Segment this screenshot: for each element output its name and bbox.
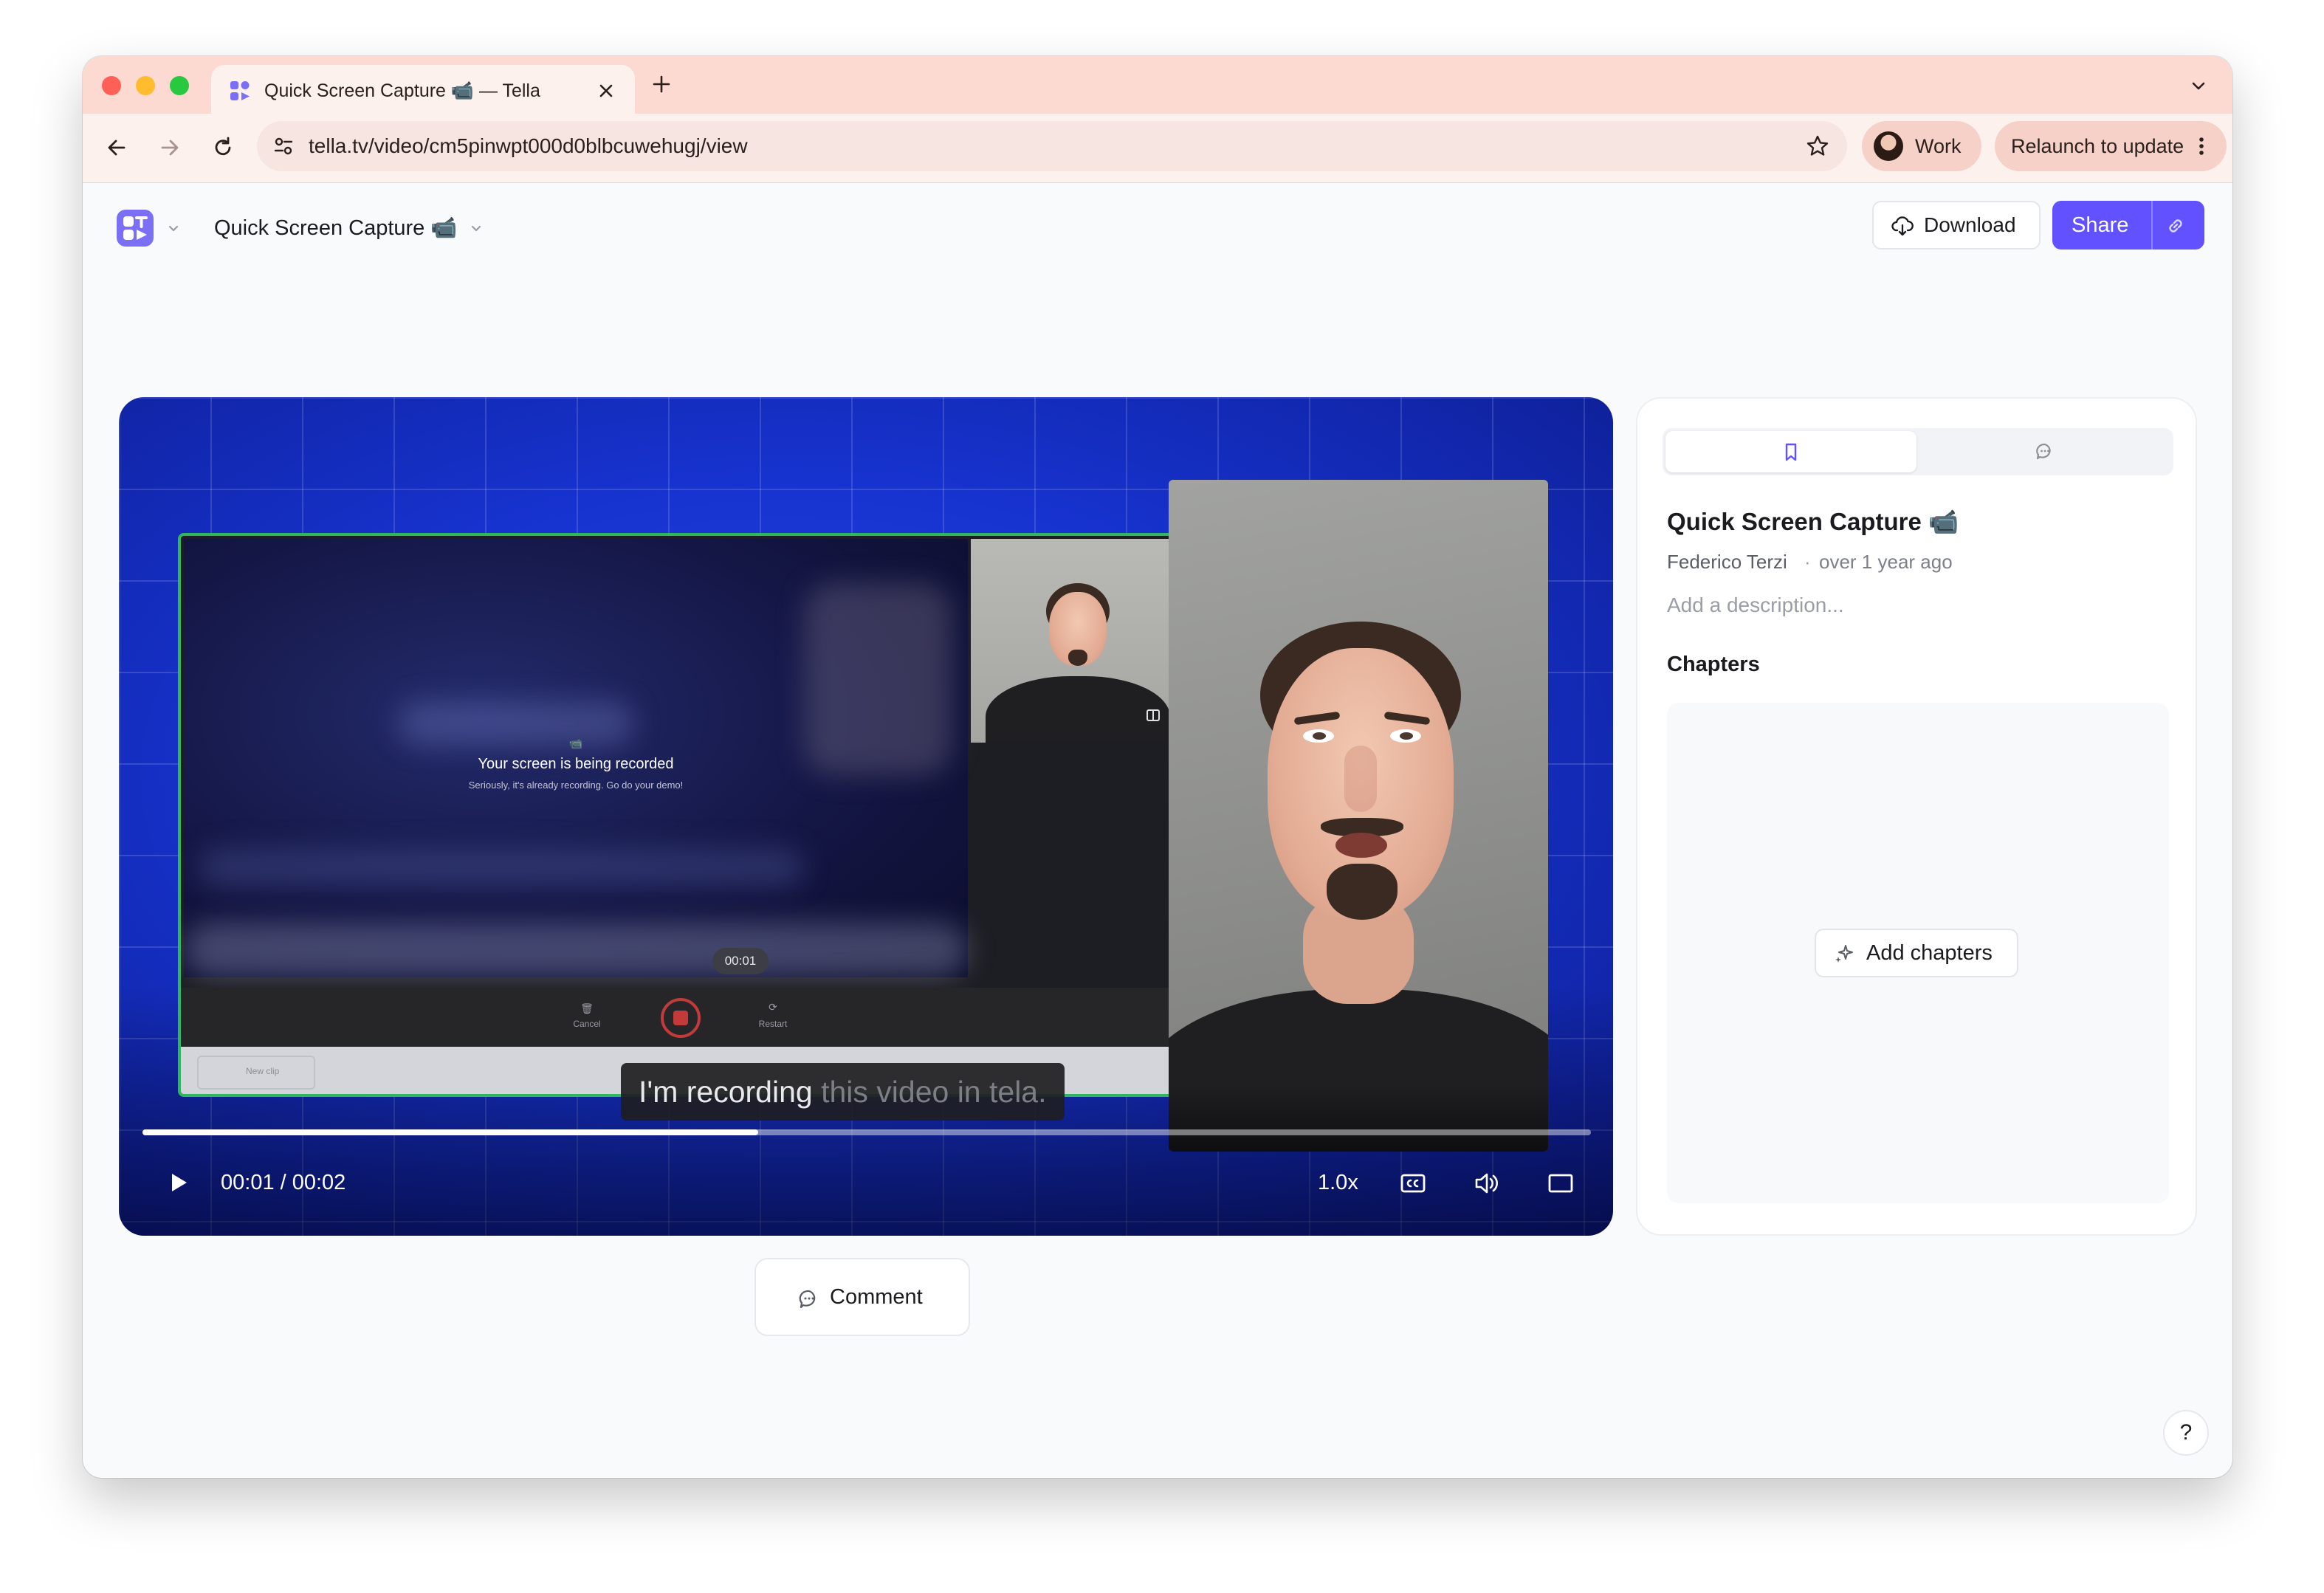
browser-window: Quick Screen Capture 📹 — Tella tella.tv/…: [83, 56, 2232, 1478]
avatar: [1874, 131, 1903, 161]
published-time: over 1 year ago: [1819, 551, 1953, 573]
video-shade: [1169, 1085, 1548, 1152]
time-readout: 00:01 / 00:02: [221, 1171, 346, 1194]
video-camera-emoji: 📹: [568, 737, 583, 750]
close-window-button[interactable]: [102, 76, 121, 95]
beard: [1068, 650, 1087, 666]
comment-button[interactable]: Comment: [754, 1258, 970, 1336]
recorded-screen: 📹 Your screen is being recorded Seriousl…: [184, 539, 968, 977]
volume-icon[interactable]: [1473, 1169, 1501, 1197]
progress-fill: [142, 1129, 758, 1135]
add-chapters-button[interactable]: Add chapters: [1815, 929, 2018, 977]
share-divider: [2151, 201, 2153, 250]
small-camera-preview: [971, 539, 1180, 743]
tella-logo-icon: [123, 216, 148, 240]
zoom-window-button[interactable]: [170, 76, 189, 95]
tab-bar: Quick Screen Capture 📹 — Tella: [83, 56, 2232, 114]
beard: [1327, 864, 1398, 920]
comment-label: Comment: [830, 1285, 923, 1309]
nose: [1344, 746, 1377, 812]
close-tab-icon[interactable]: [597, 81, 616, 100]
cancel-label: Cancel: [573, 1019, 601, 1029]
copy-link-icon[interactable]: [2165, 215, 2187, 237]
blurred-content: [199, 849, 804, 886]
tab-chapters[interactable]: [1665, 431, 1916, 472]
cloud-download-icon: [1891, 216, 1914, 236]
reload-icon[interactable]: [210, 134, 236, 161]
stop-recording-icon: [661, 998, 701, 1038]
new-clip-label: New clip: [246, 1066, 280, 1076]
eye: [1390, 729, 1421, 743]
help-button[interactable]: ?: [2163, 1410, 2209, 1456]
restart-icon: ⟳: [769, 1001, 777, 1013]
recording-overlay-subtitle: Seriously, it's already recording. Go do…: [468, 780, 684, 791]
progress-bar[interactable]: [142, 1129, 1591, 1135]
caption-overlay: I'm recording this video in tela.: [621, 1063, 1065, 1121]
eye: [1303, 729, 1334, 743]
recording-controls: 🗑 Cancel ⟳ Restart: [181, 988, 1180, 1047]
bookmark-icon: [1785, 443, 1797, 461]
video-player[interactable]: 📹 Your screen is being recorded Seriousl…: [119, 397, 1613, 1236]
theater-mode-icon[interactable]: [1547, 1169, 1575, 1197]
tella-logo-button[interactable]: [117, 210, 154, 247]
restart-label: Restart: [758, 1019, 788, 1029]
download-label: Download: [1924, 213, 2016, 236]
layout-toggle-icon: [1146, 709, 1160, 721]
new-tab-icon[interactable]: [650, 72, 673, 96]
bookmark-star-icon[interactable]: [1804, 133, 1831, 159]
add-chapters-label: Add chapters: [1866, 941, 1993, 965]
caption-upcoming-text: this video in tela.: [812, 1075, 1047, 1109]
author-name: Federico Terzi: [1667, 551, 1787, 573]
download-button[interactable]: Download: [1872, 201, 2041, 250]
meta-separator: ·: [1804, 551, 1811, 573]
sparkle-icon: [1835, 945, 1853, 963]
playback-speed-button[interactable]: 1.0x: [1318, 1168, 1358, 1197]
site-info-icon[interactable]: [272, 134, 295, 158]
video-title[interactable]: Quick Screen Capture 📹: [214, 210, 457, 247]
blurred-content: [184, 923, 968, 977]
share-label: Share: [2072, 213, 2129, 237]
panel-video-title[interactable]: Quick Screen Capture 📹: [1667, 508, 1959, 537]
minimize-window-button[interactable]: [136, 76, 155, 95]
profile-button[interactable]: Work: [1862, 121, 1981, 171]
recording-timer: 00:01: [712, 948, 769, 974]
more-vertical-icon: [2199, 137, 2204, 155]
play-icon[interactable]: [165, 1169, 191, 1196]
screen-recording-frame: 📹 Your screen is being recorded Seriousl…: [178, 533, 1183, 1097]
url-text: tella.tv/video/cm5pinwpt000d0blbcuwehugj…: [309, 134, 748, 157]
caption-spoken-text: I'm recording: [639, 1075, 813, 1109]
tshirt: [986, 676, 1170, 743]
camera-feed: [1169, 480, 1548, 1152]
chapters-area: Add chapters: [1667, 703, 2169, 1203]
browser-toolbar: tella.tv/video/cm5pinwpt000d0blbcuwehugj…: [83, 114, 2232, 183]
forward-arrow-icon[interactable]: [157, 134, 183, 161]
relaunch-label: Relaunch to update: [2011, 135, 2184, 157]
back-arrow-icon[interactable]: [103, 134, 130, 161]
comment-bubble-icon: [2036, 443, 2051, 460]
captions-icon[interactable]: [1399, 1169, 1427, 1197]
workspace-chevron-down-icon[interactable]: [165, 220, 182, 236]
description-field[interactable]: Add a description...: [1667, 593, 1844, 617]
tab-search-chevron-icon[interactable]: [2187, 74, 2210, 97]
title-chevron-down-icon[interactable]: [468, 220, 484, 236]
mouth: [1335, 833, 1387, 858]
share-button[interactable]: Share: [2052, 201, 2204, 250]
profile-label: Work: [1915, 135, 1962, 157]
trash-icon: 🗑: [580, 1002, 594, 1014]
video-details-panel: Quick Screen Capture 📹 Federico Terzi · …: [1636, 397, 2197, 1236]
browser-tab-active[interactable]: Quick Screen Capture 📹 — Tella: [211, 65, 635, 114]
relaunch-to-update-button[interactable]: Relaunch to update: [1995, 121, 2227, 171]
comment-bubble-icon: [799, 1290, 816, 1309]
new-clip-tile: New clip: [197, 1056, 315, 1090]
tab-title: Quick Screen Capture 📹 — Tella: [264, 80, 540, 101]
tella-favicon-icon: [230, 81, 250, 100]
chapters-heading: Chapters: [1667, 653, 1760, 676]
recording-overlay-title: Your screen is being recorded: [478, 756, 674, 772]
panel-tab-switcher: [1663, 428, 2173, 475]
tab-comments[interactable]: [1919, 431, 2170, 472]
address-bar[interactable]: tella.tv/video/cm5pinwpt000d0blbcuwehugj…: [257, 121, 1847, 171]
